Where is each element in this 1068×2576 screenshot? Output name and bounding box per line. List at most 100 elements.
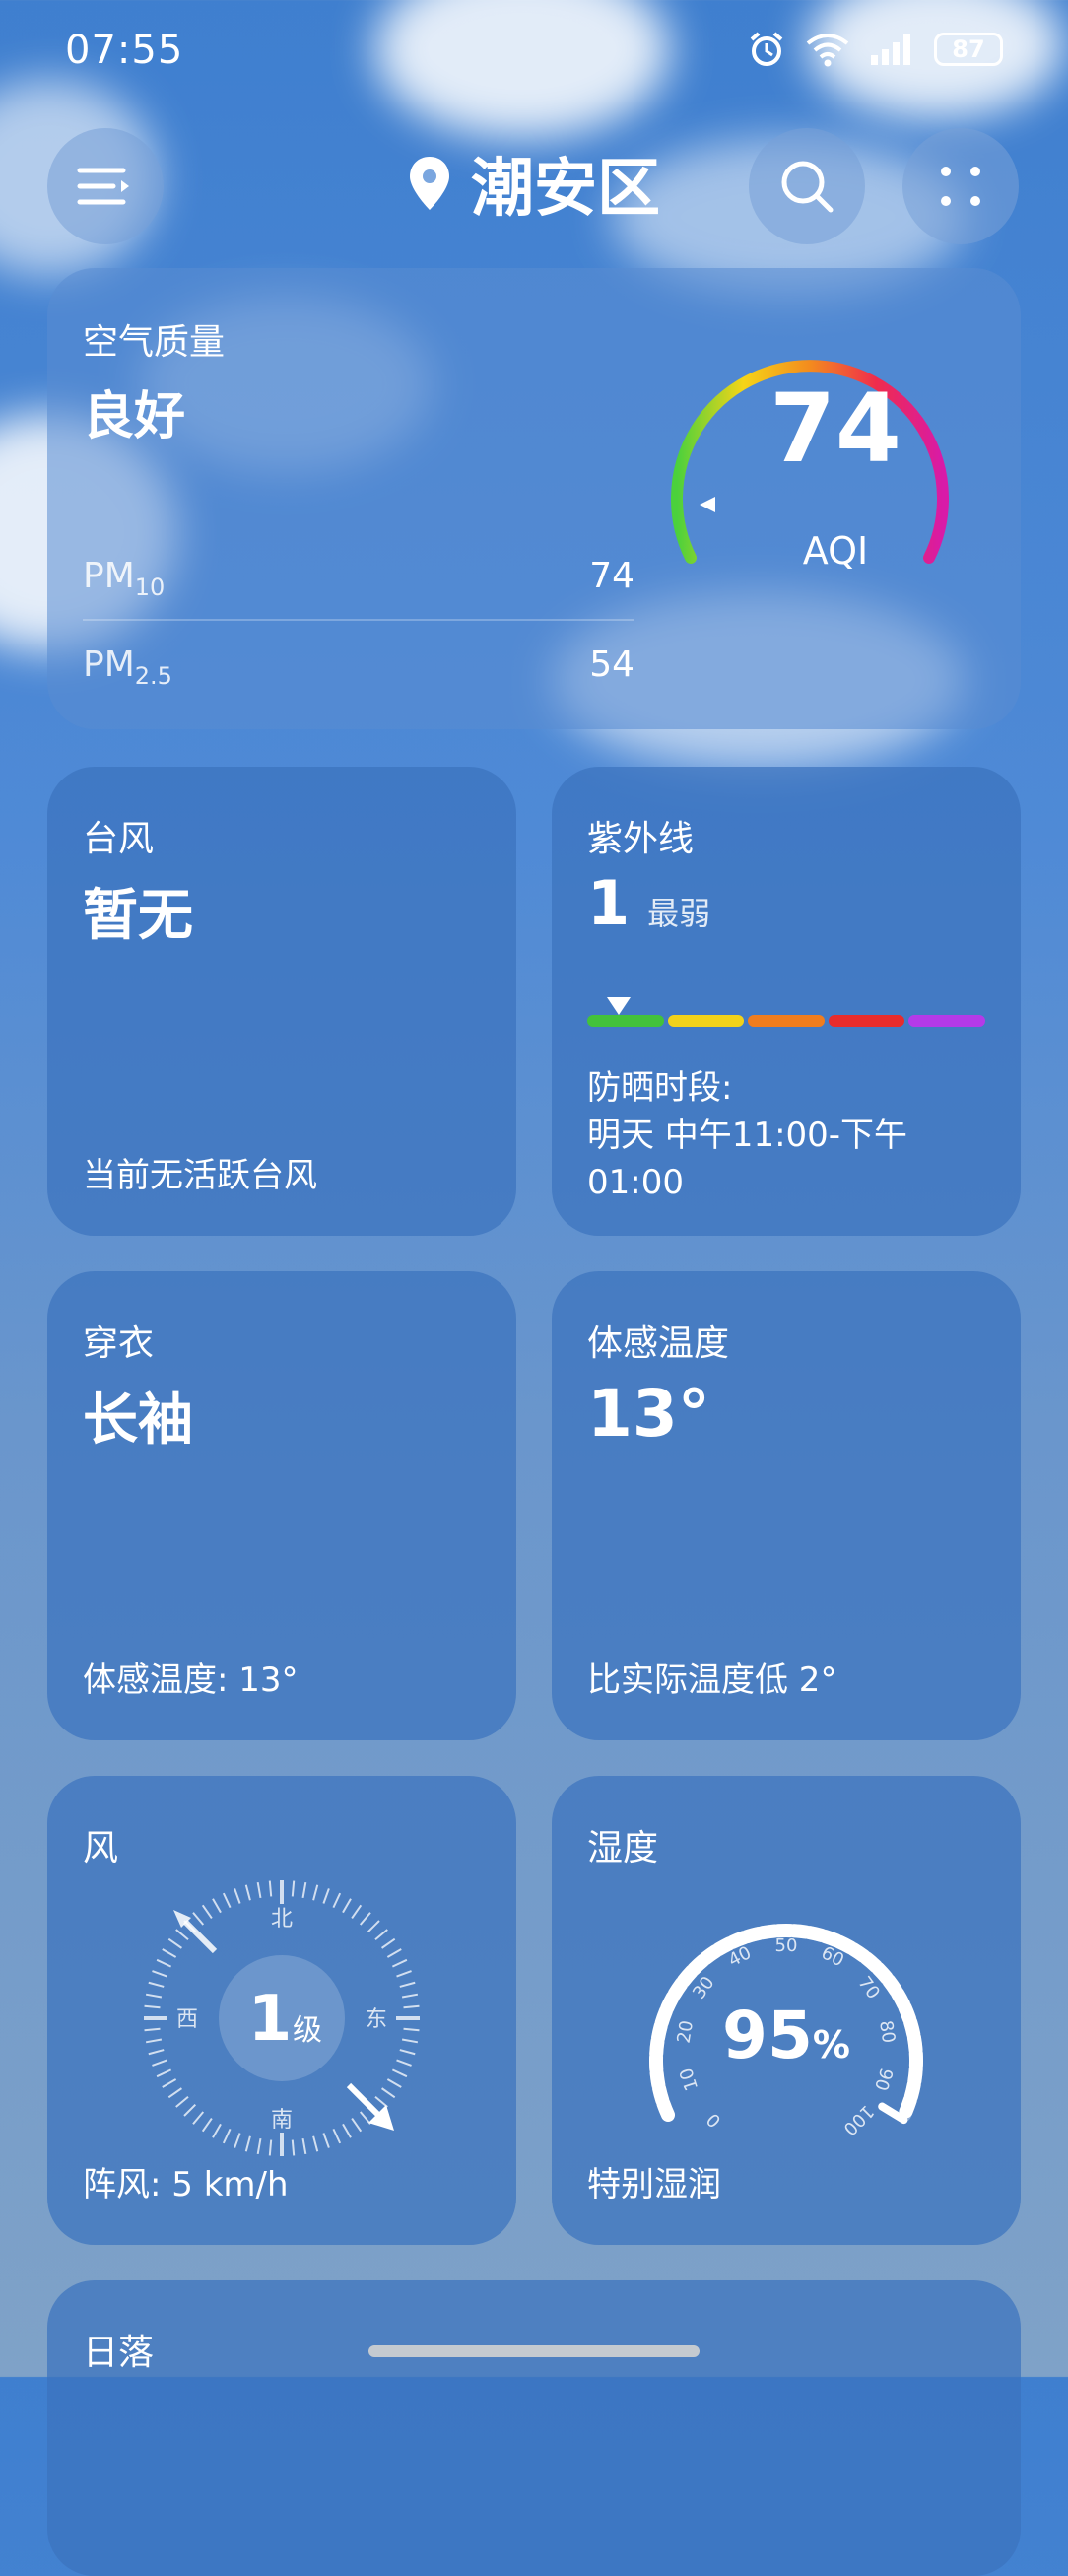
clothing-value: 长袖 bbox=[83, 1389, 193, 1453]
compass-tick bbox=[156, 2068, 172, 2078]
compass-tick bbox=[268, 1880, 273, 1897]
clothing-title: 穿衣 bbox=[83, 1323, 155, 1364]
sunset-title: 日落 bbox=[83, 2333, 155, 2373]
compass-tick bbox=[192, 1912, 205, 1926]
compass-tick bbox=[183, 2103, 197, 2117]
compass-tick bbox=[167, 2087, 182, 2099]
uv-sun-label: 防晒时段: bbox=[587, 1068, 733, 1108]
compass-tick bbox=[156, 1958, 172, 1968]
wind-title: 风 bbox=[83, 1828, 119, 1868]
compass-tick bbox=[234, 1888, 241, 1904]
compass-tick bbox=[162, 1948, 177, 1958]
compass-tick bbox=[374, 2095, 388, 2108]
humidity-card[interactable]: 湿度 0 10 20 30 40 50 60 70 80 90 100 95% 特别湿润 bbox=[552, 1776, 1021, 2245]
compass-tick bbox=[359, 1912, 371, 1926]
compass-tick bbox=[148, 1981, 165, 1988]
compass-tick bbox=[322, 1888, 330, 1904]
signal-icon bbox=[871, 34, 910, 65]
compass-tick bbox=[192, 2111, 205, 2125]
feels-like-subtitle: 比实际温度低 2° bbox=[587, 1661, 837, 1700]
humidity-tick-label: 50 bbox=[775, 1935, 798, 1956]
compass-tick bbox=[291, 2139, 296, 2156]
compass-south: 南 bbox=[271, 2108, 293, 2133]
home-indicator[interactable] bbox=[368, 2345, 700, 2357]
compass-tick bbox=[175, 2095, 189, 2108]
compass-tick bbox=[401, 2038, 419, 2044]
aqi-label: AQI bbox=[803, 529, 868, 573]
compass-tick bbox=[381, 2087, 396, 2099]
compass-east: 东 bbox=[366, 2007, 387, 2032]
compass-tick bbox=[396, 2059, 412, 2067]
compass-tick bbox=[244, 1884, 251, 1901]
humidity-tick-label: 0 bbox=[702, 2109, 725, 2132]
uv-title: 紫外线 bbox=[587, 819, 695, 859]
compass-tick bbox=[256, 2137, 262, 2155]
typhoon-value: 暂无 bbox=[83, 884, 193, 948]
humidity-value: 95% bbox=[722, 1998, 850, 2073]
compass-tick bbox=[268, 2139, 273, 2156]
compass-tick bbox=[374, 1929, 388, 1941]
battery-indicator: 87 bbox=[934, 33, 1003, 66]
compass-tick bbox=[342, 1898, 352, 1914]
compass-tick bbox=[342, 2123, 352, 2138]
uv-sun-time-1: 明天 中午11:00-下午 bbox=[587, 1116, 908, 1155]
wind-level-num: 1 bbox=[248, 1983, 293, 2056]
aqi-gauge: 74 AQI bbox=[671, 360, 949, 573]
pm10-row: PM10 74 bbox=[83, 556, 634, 602]
humidity-gauge: 010203040 50 60708090100 95% bbox=[649, 1924, 923, 2139]
compass-tick bbox=[359, 2111, 371, 2125]
compass-tick bbox=[403, 2004, 420, 2009]
compass-tick bbox=[332, 1892, 342, 1909]
search-icon bbox=[781, 161, 834, 213]
location-pin-icon bbox=[410, 157, 449, 210]
compass-tick bbox=[301, 1881, 307, 1899]
compass-tick bbox=[201, 1904, 213, 1919]
aqi-value: 74 bbox=[769, 373, 901, 484]
uv-sun-time-2: 01:00 bbox=[587, 1163, 684, 1202]
compass-tick bbox=[201, 2118, 213, 2133]
feels-like-card[interactable]: 体感温度 13° 比实际温度低 2° bbox=[552, 1271, 1021, 1740]
compass-tick bbox=[399, 1981, 416, 1988]
uv-card[interactable]: 紫外线 1 最弱 防晒时段: 明天 中午11:00-下午 01:00 bbox=[552, 767, 1021, 1236]
grid-dots-icon bbox=[941, 167, 980, 206]
compass-tick bbox=[152, 2059, 167, 2067]
status-bar: 07:55 87 bbox=[0, 0, 1068, 108]
compass-tick bbox=[212, 1898, 222, 1914]
compass-tick bbox=[386, 2078, 402, 2088]
location-name: 潮安区 bbox=[471, 153, 660, 226]
typhoon-card[interactable]: 台风 暂无 当前无活跃台风 bbox=[47, 767, 516, 1236]
compass-tick bbox=[312, 2135, 319, 2152]
typhoon-subtitle: 当前无活跃台风 bbox=[83, 1156, 317, 1195]
compass-tick bbox=[167, 1937, 182, 1949]
compass-tick bbox=[145, 1993, 163, 1999]
compass-tick bbox=[399, 2049, 416, 2056]
clothing-subtitle: 体感温度: 13° bbox=[83, 1661, 299, 1700]
compass-tick bbox=[244, 2135, 251, 2152]
air-quality-title: 空气质量 bbox=[83, 322, 226, 363]
humidity-tick-label: 10 bbox=[676, 2066, 702, 2093]
wind-subtitle: 阵风: 5 km/h bbox=[83, 2165, 289, 2204]
compass-tick bbox=[396, 1970, 412, 1978]
pm-divider bbox=[83, 619, 634, 621]
sunset-card[interactable]: 日落 bbox=[47, 2280, 1021, 2576]
uv-marker-icon bbox=[607, 997, 632, 1015]
compass-tick bbox=[322, 2133, 330, 2148]
clothing-card[interactable]: 穿衣 长袖 体感温度: 13° bbox=[47, 1271, 516, 1740]
alarm-icon bbox=[750, 32, 783, 66]
air-quality-level: 良好 bbox=[83, 387, 186, 446]
wind-compass: 北 南 东 西 1 级 bbox=[144, 1880, 420, 2156]
humidity-subtitle: 特别湿润 bbox=[587, 2165, 721, 2204]
compass-tick bbox=[175, 1929, 189, 1941]
compass-tick bbox=[332, 2128, 342, 2144]
compass-tick bbox=[291, 1880, 296, 1897]
compass-tick bbox=[403, 2027, 420, 2032]
search-button[interactable] bbox=[749, 128, 865, 244]
compass-tick bbox=[222, 2128, 232, 2144]
compass-tick bbox=[401, 1993, 419, 1999]
compass-tick bbox=[367, 1920, 380, 1933]
more-button[interactable] bbox=[902, 128, 1019, 244]
air-quality-card[interactable]: 空气质量 良好 PM10 74 PM2.5 54 74 AQI bbox=[47, 268, 1021, 729]
compass-tick bbox=[212, 2123, 222, 2138]
wind-card[interactable]: 风 北 南 东 西 1 级 阵风: 5 km/h bbox=[47, 1776, 516, 2245]
compass-tick bbox=[148, 2049, 165, 2056]
